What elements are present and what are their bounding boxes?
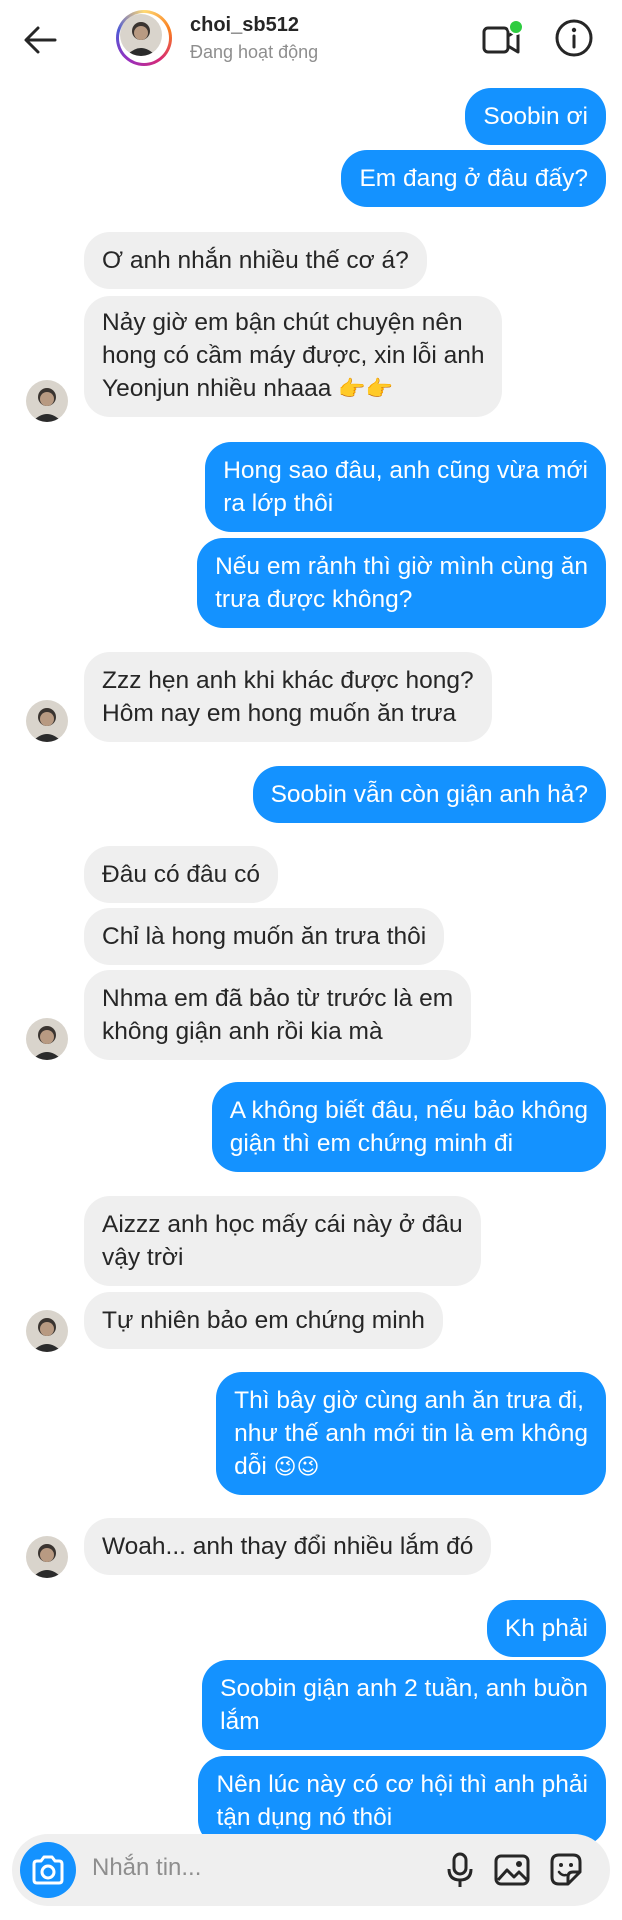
message-incoming[interactable]: Tự nhiên bảo em chứng minh xyxy=(84,1292,443,1349)
message-line: lắm xyxy=(220,1708,260,1735)
message-input[interactable]: Nhắn tin... xyxy=(92,1854,201,1882)
message-line: hong có cầm máy được, xin lỗi anh xyxy=(102,342,485,369)
info-icon[interactable] xyxy=(552,16,596,60)
message-line: giận thì em chứng minh đi xyxy=(229,1130,514,1157)
message-line: Nảy giờ em bận chút chuyện nên xyxy=(102,309,463,336)
message-incoming[interactable]: Đâu có đâu có xyxy=(84,846,278,903)
active-status: Đang hoạt động xyxy=(190,42,319,62)
message-line: Nhma em đã bảo từ trước là em xyxy=(102,985,454,1012)
message-incoming[interactable]: Nhma em đã bảo từ trước là em không giận… xyxy=(84,970,472,1060)
message-outgoing[interactable]: Em đang ở đâu đấy? xyxy=(341,150,606,207)
message-line: Soobin giận anh 2 tuần, anh buồn xyxy=(220,1675,588,1702)
message-line: tận dụng nó thôi xyxy=(216,1804,393,1831)
chat-header: choi_sb512 Đang hoạt động xyxy=(0,0,622,78)
message-outgoing[interactable]: Kh phải xyxy=(486,1600,606,1657)
message-text: Tự nhiên bảo em chứng minh xyxy=(102,1307,425,1334)
message-line: dỗi xyxy=(234,1453,267,1480)
message-line: không giận anh rồi kia mà xyxy=(102,1018,383,1045)
message-line: A không biết đâu, nếu bảo không xyxy=(229,1097,588,1124)
message-line: vậy trời xyxy=(102,1244,184,1271)
message-outgoing[interactable]: Hong sao đâu, anh cũng vừa mới ra lớp th… xyxy=(205,442,606,532)
avatar-photo xyxy=(120,14,162,56)
message-line: Nên lúc này có cơ hội thì anh phải xyxy=(216,1771,588,1798)
sticker-icon[interactable] xyxy=(546,1850,586,1890)
message-outgoing[interactable]: A không biết đâu, nếu bảo không giận thì… xyxy=(211,1082,606,1172)
message-text: Em đang ở đâu đấy? xyxy=(359,165,588,192)
message-line: Hong sao đâu, anh cũng vừa mới xyxy=(223,457,588,484)
message-text: Soobin vẫn còn giận anh hả? xyxy=(270,781,588,808)
message-incoming[interactable]: Woah... anh thay đổi nhiều lắm đó xyxy=(84,1518,492,1575)
message-outgoing[interactable]: Nếu em rảnh thì giờ mình cùng ăn trưa đư… xyxy=(197,538,606,628)
message-incoming[interactable]: Zzz hẹn anh khi khác được hong? Hôm nay … xyxy=(84,652,492,742)
message-outgoing[interactable]: Soobin giận anh 2 tuần, anh buồn lắm xyxy=(202,1660,606,1750)
message-incoming[interactable]: Aizzz anh học mấy cái này ở đâu vậy trời xyxy=(84,1196,481,1286)
sender-avatar[interactable] xyxy=(26,380,68,422)
chat-username[interactable]: choi_sb512 xyxy=(190,14,299,37)
message-outgoing[interactable]: Nên lúc này có cơ hội thì anh phải tận d… xyxy=(198,1756,606,1846)
sender-avatar[interactable] xyxy=(26,1018,68,1060)
message-line: như thế anh mới tin là em không xyxy=(234,1420,588,1447)
message-text: Woah... anh thay đổi nhiều lắm đó xyxy=(102,1533,474,1560)
message-line: Hôm nay em hong muốn ăn trưa xyxy=(102,700,457,727)
message-line: Yeonjun nhiều nhaaa xyxy=(102,375,332,402)
message-line: trưa được không? xyxy=(215,586,413,613)
message-incoming[interactable]: Nảy giờ em bận chút chuyện nên hong có c… xyxy=(84,296,503,417)
video-call-icon[interactable] xyxy=(480,18,524,62)
sender-avatar[interactable] xyxy=(26,700,68,742)
pointing-emoji: 👉👉 xyxy=(338,376,393,401)
message-text: Ơ anh nhắn nhiều thế cơ á? xyxy=(102,247,409,274)
message-text: Soobin ơi xyxy=(483,103,588,130)
wink-emoji: 😉😉 xyxy=(273,1454,320,1479)
message-incoming[interactable]: Ơ anh nhắn nhiều thế cơ á? xyxy=(84,232,427,289)
message-outgoing[interactable]: Soobin vẫn còn giận anh hả? xyxy=(252,766,606,823)
sender-avatar[interactable] xyxy=(26,1536,68,1578)
message-composer: Nhắn tin... xyxy=(12,1834,610,1906)
message-outgoing[interactable]: Soobin ơi xyxy=(465,88,606,145)
back-arrow-icon[interactable] xyxy=(18,18,62,62)
message-line: Thì bây giờ cùng anh ăn trưa đi, xyxy=(234,1387,584,1414)
sender-avatar[interactable] xyxy=(26,1310,68,1352)
camera-icon[interactable] xyxy=(20,1842,76,1898)
message-line: Nếu em rảnh thì giờ mình cùng ăn xyxy=(215,553,588,580)
message-line: ra lớp thôi xyxy=(223,490,334,517)
message-text: Đâu có đâu có xyxy=(102,861,260,888)
message-text: Kh phải xyxy=(504,1615,588,1642)
gallery-icon[interactable] xyxy=(492,1850,532,1890)
microphone-icon[interactable] xyxy=(440,1850,480,1890)
message-text: Chỉ là hong muốn ăn trưa thôi xyxy=(102,923,427,950)
message-line: Aizzz anh học mấy cái này ở đâu xyxy=(102,1211,463,1238)
profile-avatar[interactable] xyxy=(116,10,172,66)
message-line: Zzz hẹn anh khi khác được hong? xyxy=(102,667,474,694)
message-incoming[interactable]: Chỉ là hong muốn ăn trưa thôi xyxy=(84,908,445,965)
message-outgoing[interactable]: Thì bây giờ cùng anh ăn trưa đi, như thế… xyxy=(216,1372,606,1495)
